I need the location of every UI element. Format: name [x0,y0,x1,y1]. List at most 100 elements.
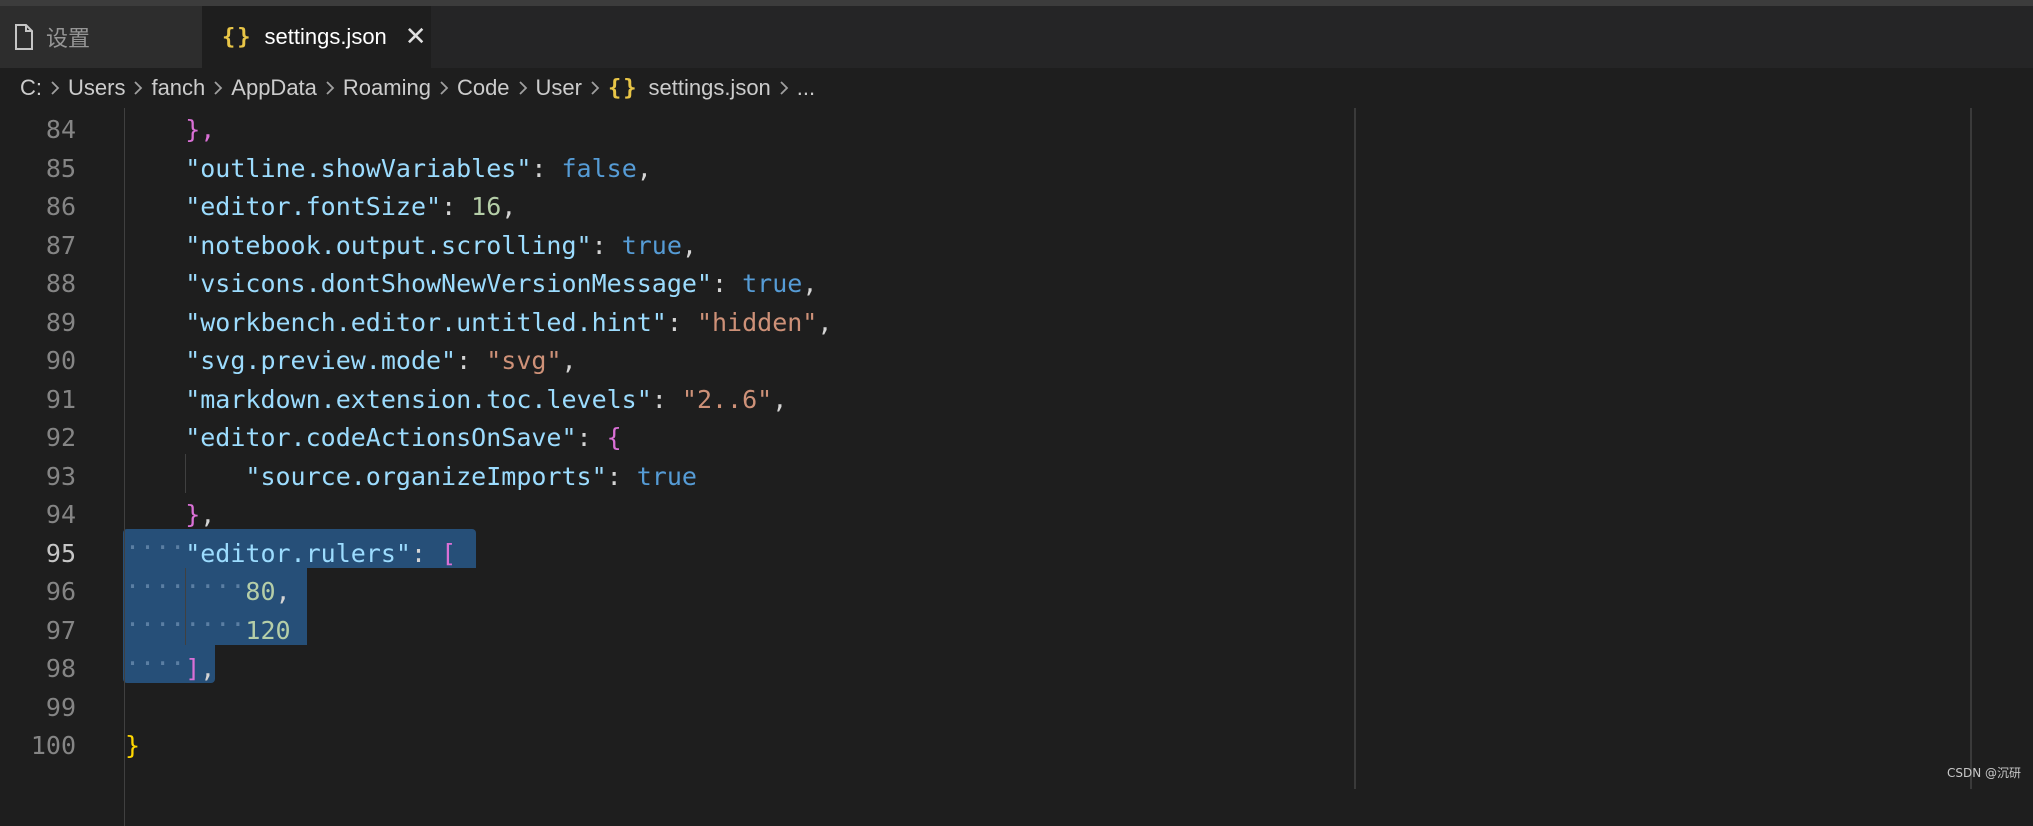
code-token: : [441,192,472,221]
code-token: : [651,384,682,414]
breadcrumb-item-code[interactable]: Code [457,75,510,101]
tab-settings-ui[interactable]: 设置 [0,6,202,68]
breadcrumb-item-drive[interactable]: C: [20,75,42,101]
line-number: 96 [45,577,76,606]
tab-label: 设置 [46,26,91,51]
code-line[interactable]: 97 120 [0,612,2033,651]
code-token: , [802,269,818,298]
breadcrumb-item-file[interactable]: settings.json [649,75,771,101]
chevron-right-icon [212,80,224,96]
line-number: 88 [45,269,76,298]
line-number: 84 [45,115,76,144]
breadcrumb: C: Users fanch AppData Roaming Code User… [0,68,2033,108]
breadcrumb-item-more[interactable]: ... [797,75,815,101]
code-text: "workbench.editor.untitled.hint": "hidde… [185,304,832,343]
code-token: 16 [471,192,502,221]
code-token: "2..6" [681,384,773,414]
code-line[interactable]: 98], [0,650,2033,689]
chevron-right-icon [132,80,144,96]
code-token: : [591,230,622,260]
code-token: "svg" [486,346,562,375]
code-text: 120 [245,612,290,651]
tab-label: settings.json [264,24,387,49]
breadcrumb-item-user[interactable]: User [536,75,582,101]
code-token: }, [185,115,216,144]
code-text: "outline.showVariables": false, [185,150,652,189]
close-icon[interactable]: ✕ [405,22,427,52]
code-text: "editor.codeActionsOnSave": { [185,419,622,458]
code-token: , [636,153,652,183]
code-line[interactable]: 89 "workbench.editor.untitled.hint": "hid… [0,304,2033,343]
code-line[interactable]: 99 [0,689,2033,728]
code-token: 80 [245,577,276,606]
line-number: 94 [45,500,76,529]
code-token: , [817,307,833,337]
code-line[interactable]: 92 "editor.codeActionsOnSave": { [0,419,2033,458]
code-line[interactable]: 86 "editor.fontSize": 16, [0,188,2033,227]
code-text: } [125,727,140,766]
line-number: 100 [30,731,76,760]
code-token: : [576,423,607,452]
line-number: 98 [45,654,76,683]
code-token: "hidden" [696,307,818,337]
breadcrumb-item-roaming[interactable]: Roaming [343,75,431,101]
code-token: , [200,654,216,683]
line-number: 97 [45,615,76,645]
code-line[interactable]: 88 "vsicons.dontShowNewVersionMessage": t… [0,265,2033,304]
code-token: "editor.codeActionsOnSave" [185,423,577,452]
code-text: "svg.preview.mode": "svg", [185,342,576,381]
code-line[interactable]: 87 "notebook.output.scrolling": true, [0,227,2033,266]
code-token: , [501,192,517,221]
line-number: 87 [45,230,76,260]
code-token: , [200,500,216,529]
json-braces-icon: {} [608,75,639,101]
code-line[interactable]: 100} [0,727,2033,766]
line-number: 86 [45,192,76,221]
code-token: false [561,153,637,183]
breadcrumb-item-users[interactable]: Users [68,75,125,101]
tab-settings-json[interactable]: {} settings.json ✕ [202,6,431,68]
line-number: 99 [45,692,76,722]
breadcrumb-item-appdata[interactable]: AppData [231,75,317,101]
code-line[interactable]: 95 "editor.rulers": [ [0,535,2033,574]
code-line[interactable]: 94}, [0,496,2033,535]
code-token: { [606,423,622,452]
chevron-right-icon [589,80,601,96]
code-token: : [410,538,442,568]
json-braces-icon: {} [222,24,253,50]
chevron-right-icon [49,80,61,96]
code-token: "svg.preview.mode" [185,346,457,375]
line-number: 92 [45,423,76,452]
code-text: "notebook.output.scrolling": true, [185,227,697,266]
code-line[interactable]: 91 "markdown.extension.toc.levels": "2..6… [0,381,2033,420]
code-text: }, [185,496,215,535]
code-line[interactable]: 93 "source.organizeImports": true [0,458,2033,497]
code-text: "markdown.extension.toc.levels": "2..6", [185,381,787,420]
code-token: : [531,153,562,183]
code-token: ] [185,654,201,683]
code-line[interactable]: 96 80, [0,573,2033,612]
line-number: 91 [45,384,76,414]
code-text: "vsicons.dontShowNewVersionMessage": tru… [185,265,817,304]
code-token: "vsicons.dontShowNewVersionMessage" [185,269,712,298]
code-token: , [772,384,788,414]
code-text: ], [185,650,215,689]
code-editor[interactable]: ···· ········ ········ ···· 84}, 85 "outli… [0,108,2033,826]
watermark: CSDN @沉研 [1946,766,2021,780]
code-token: "notebook.output.scrolling" [185,230,592,260]
code-token: [ [441,538,457,568]
code-text: 80, [245,573,290,612]
line-number: 93 [45,461,76,491]
line-number: 89 [45,307,76,337]
code-token: true [621,230,682,260]
code-token: "editor.fontSize" [185,192,442,221]
code-text: "editor.fontSize": 16, [185,188,516,227]
line-number: 85 [45,153,76,183]
code-line[interactable]: 85 "outline.showVariables": false, [0,150,2033,189]
line-number: 95 [45,538,76,568]
chevron-right-icon [324,80,336,96]
breadcrumb-item-fanch[interactable]: fanch [151,75,205,101]
code-line[interactable]: 84}, [0,111,2033,150]
code-line[interactable]: 90 "svg.preview.mode": "svg", [0,342,2033,381]
code-token: , [681,230,697,260]
